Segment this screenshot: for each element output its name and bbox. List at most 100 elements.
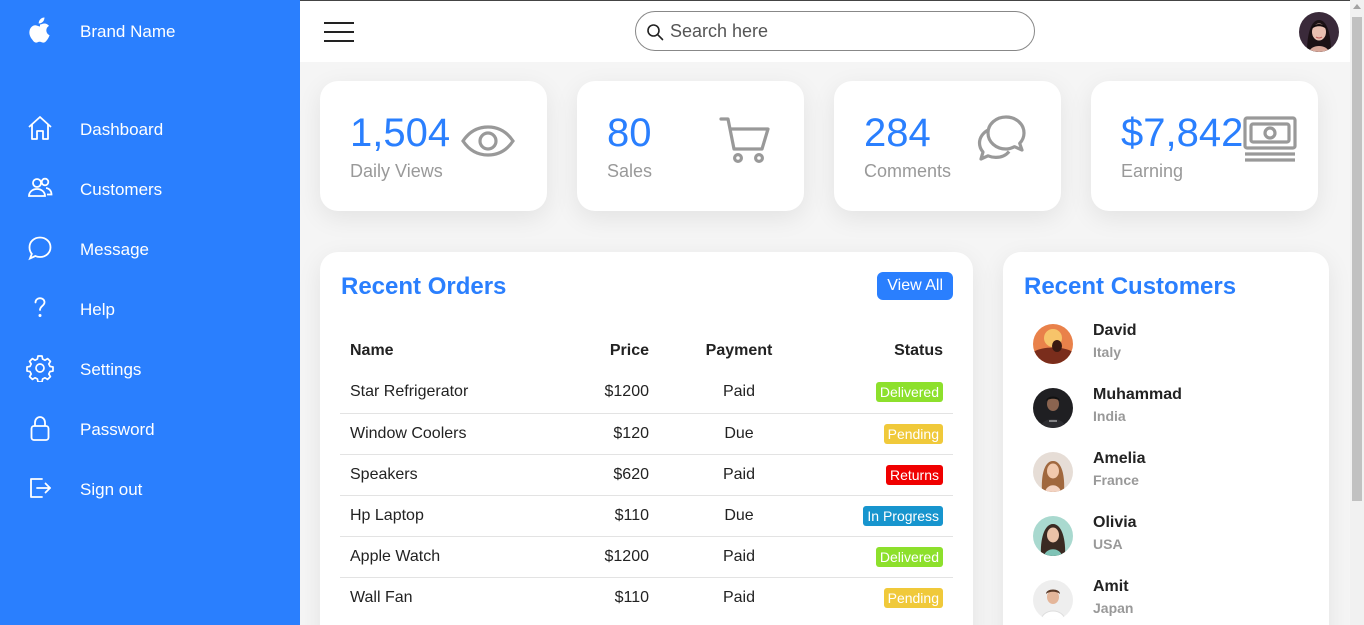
cart-icon (718, 113, 774, 169)
brand[interactable]: Brand Name (27, 14, 175, 46)
brand-name: Brand Name (80, 22, 176, 41)
view-all-button[interactable]: View All (877, 272, 953, 300)
table-header-row: Name Price Payment Status (340, 330, 953, 372)
gear-icon (26, 354, 54, 382)
apple-logo-icon (27, 15, 53, 45)
search-input[interactable] (670, 19, 1020, 43)
table-row[interactable]: Hp Laptop $110 Due In Progress (340, 494, 953, 536)
main-content: 1,504 Daily Views 80 Sales 284 Comments … (300, 0, 1350, 625)
sidebar-item-label: Sign out (80, 480, 143, 499)
help-icon (26, 294, 54, 322)
sidebar-item-label: Dashboard (80, 120, 164, 139)
list-item[interactable]: Amit Japan (1033, 578, 1313, 625)
table-row[interactable]: Speakers $620 Paid Returns (340, 453, 953, 495)
hamburger-menu-icon[interactable] (324, 22, 356, 42)
sidebar-item-label: Password (80, 420, 155, 439)
sidebar-item-settings[interactable]: Settings (0, 340, 300, 400)
order-name: Speakers (340, 453, 560, 495)
customer-country: India (1093, 408, 1126, 424)
customer-name: Amit (1093, 578, 1129, 595)
table-row[interactable]: Apple Watch $1200 Paid Delivered (340, 535, 953, 577)
order-name: Hp Laptop (340, 494, 560, 536)
customer-country: Italy (1093, 344, 1122, 360)
status-badge: Pending (883, 423, 943, 444)
order-name: Wall Fan (340, 576, 560, 618)
sidebar-item-customers[interactable]: Customers (0, 160, 300, 220)
card-label: Comments (864, 161, 952, 181)
avatar (1033, 452, 1073, 492)
card-sales[interactable]: 80 Sales (577, 81, 804, 211)
avatar (1033, 324, 1073, 364)
sidebar-item-password[interactable]: Password (0, 400, 300, 460)
card-value: 1,504 (350, 111, 451, 155)
table-row[interactable]: Window Coolers $120 Due Pending (340, 412, 953, 454)
topbar (300, 0, 1350, 62)
sidebar-item-help[interactable]: Help (0, 280, 300, 340)
recent-customers-title: Recent Customers (1024, 273, 1237, 300)
search-box (635, 11, 1035, 51)
status-badge: Returns (885, 464, 943, 485)
card-label: Earning (1121, 161, 1184, 181)
column-header-price[interactable]: Price (560, 330, 659, 372)
list-item[interactable]: Amelia France (1033, 450, 1313, 498)
status-badge: Delivered (875, 546, 943, 567)
customer-name: Amelia (1093, 450, 1146, 467)
list-item[interactable]: Muhammad India (1033, 386, 1313, 434)
column-header-name[interactable]: Name (340, 330, 560, 372)
sidebar-item-label: Settings (80, 360, 142, 379)
dashboard-app: Brand Name Dashboard Customers Message H… (0, 0, 1364, 625)
customer-country: USA (1093, 536, 1123, 552)
sidebar-item-label: Customers (80, 180, 163, 199)
order-price: $1200 (560, 535, 659, 577)
search-icon (646, 23, 664, 41)
card-label: Sales (607, 161, 653, 181)
sidebar-item-sign-out[interactable]: Sign out (0, 460, 300, 520)
column-header-payment[interactable]: Payment (659, 330, 819, 372)
customer-name: Olivia (1093, 514, 1137, 531)
sidebar-item-message[interactable]: Message (0, 220, 300, 280)
customer-country: Japan (1093, 600, 1134, 616)
card-daily-views[interactable]: 1,504 Daily Views (320, 81, 547, 211)
customer-country: France (1093, 472, 1139, 488)
recent-orders-title: Recent Orders (341, 273, 507, 300)
scroll-up-arrow-icon[interactable] (1353, 4, 1361, 9)
sidebar-item-label: Message (80, 240, 149, 259)
sidebar: Brand Name Dashboard Customers Message H… (0, 0, 300, 625)
column-header-status[interactable]: Status (819, 330, 953, 372)
card-earning[interactable]: $7,842 Earning (1091, 81, 1318, 211)
list-item[interactable]: Olivia USA (1033, 514, 1313, 562)
status-badge: Pending (883, 587, 943, 608)
order-price: $110 (560, 494, 659, 536)
avatar (1033, 388, 1073, 428)
sidebar-item-label: Help (80, 300, 115, 319)
order-price: $1200 (604, 383, 650, 401)
order-price: $620 (560, 453, 659, 495)
list-item[interactable]: David Italy (1033, 322, 1313, 370)
home-icon (26, 114, 54, 142)
avatar (1033, 580, 1073, 620)
order-payment: Paid (659, 453, 819, 495)
order-payment: Paid (722, 383, 756, 401)
eye-icon (460, 113, 516, 169)
table-row[interactable]: Wall Fan $110 Paid Pending (340, 576, 953, 618)
lock-icon (26, 414, 54, 442)
card-comments[interactable]: 284 Comments (834, 81, 1061, 211)
scrollbar-thumb[interactable] (1352, 17, 1362, 501)
order-payment: Paid (659, 576, 819, 618)
order-name: Apple Watch (340, 535, 560, 577)
user-avatar[interactable] (1299, 12, 1339, 52)
page-scrollbar[interactable] (1350, 0, 1364, 625)
people-icon (26, 174, 54, 202)
customer-name: Muhammad (1093, 386, 1182, 403)
sidebar-nav: Dashboard Customers Message Help Setting… (0, 100, 300, 520)
order-payment: Due (659, 494, 819, 536)
sidebar-item-dashboard[interactable]: Dashboard (0, 100, 300, 160)
card-value: 80 (607, 111, 652, 155)
customer-name: David (1093, 322, 1137, 339)
table-row[interactable]: Star Refrigerator $1200 Paid Delivered (340, 372, 953, 413)
order-name: Window Coolers (340, 412, 560, 454)
card-label: Daily Views (350, 161, 443, 181)
order-payment: Due (659, 412, 819, 454)
status-badge: In Progress (863, 505, 943, 526)
recent-orders-panel: Recent Orders View All Name Price Paymen… (320, 252, 973, 625)
